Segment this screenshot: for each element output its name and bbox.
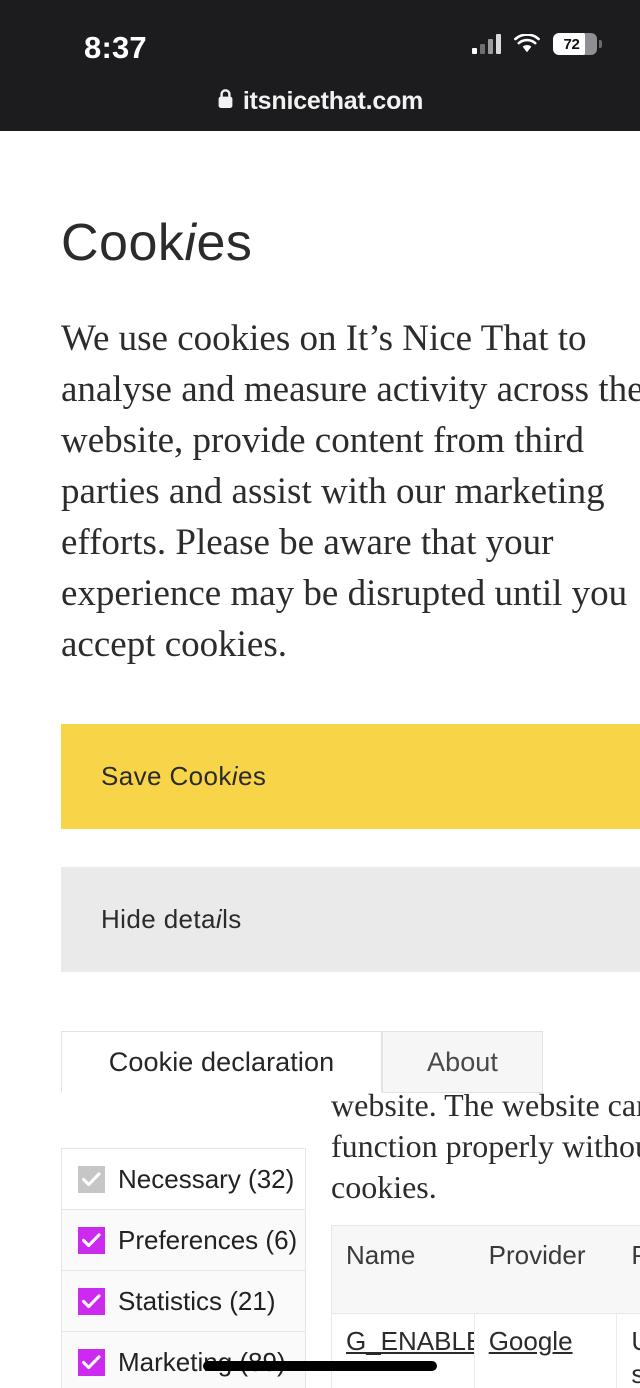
column-header-purpose: P bbox=[617, 1226, 640, 1313]
browser-chrome: 8:37 72 itsnicethat.com bbox=[0, 0, 640, 131]
cookie-intro-text: We use cookies on It’s Nice That to anal… bbox=[61, 318, 640, 665]
tab-cookie-declaration[interactable]: Cookie declaration bbox=[61, 1031, 382, 1093]
page-content: Cookies We use cookies on It’s Nice That… bbox=[0, 131, 640, 1388]
consent-description-line-1: website. The website can bbox=[331, 1087, 640, 1123]
cellular-signal-icon bbox=[472, 34, 501, 54]
home-indicator[interactable] bbox=[203, 1361, 437, 1371]
checkbox-marketing[interactable] bbox=[78, 1348, 105, 1376]
save-button-label-b: es bbox=[237, 761, 267, 791]
list-item[interactable]: Statistics (21) bbox=[62, 1271, 305, 1332]
column-header-name: Name bbox=[346, 1240, 416, 1270]
category-label: Necessary (32) bbox=[118, 1163, 295, 1194]
hide-button-label-a: Hide deta bbox=[101, 904, 216, 934]
url-bar[interactable]: itsnicethat.com bbox=[0, 78, 640, 124]
page-title-part-i: i bbox=[184, 214, 197, 272]
page-title-part-b: es bbox=[196, 214, 253, 272]
page-title: Cookies bbox=[61, 213, 252, 273]
hide-button-label-b: ls bbox=[222, 904, 242, 934]
save-cookies-button[interactable]: Save Cook i es bbox=[61, 724, 640, 829]
battery-icon: 72 bbox=[553, 33, 602, 55]
category-label: Preferences (6) bbox=[118, 1224, 298, 1255]
consent-tabpanel: website. The website can function proper… bbox=[61, 1087, 640, 1388]
list-item[interactable]: Preferences (6) bbox=[62, 1210, 305, 1271]
wifi-icon bbox=[514, 33, 540, 54]
status-bar-indicators: 72 bbox=[472, 33, 602, 55]
cell-cookie-purpose: U s bbox=[631, 1326, 640, 1388]
consent-description-line-2: function properly without bbox=[331, 1128, 640, 1164]
table-row: G_ENABLED Google U s bbox=[332, 1314, 640, 1388]
lock-icon bbox=[217, 88, 234, 114]
list-item[interactable]: Necessary (32) bbox=[62, 1149, 305, 1210]
checkbox-preferences[interactable] bbox=[78, 1226, 105, 1254]
checkbox-necessary[interactable] bbox=[78, 1165, 105, 1193]
list-item[interactable]: Marketing (89) bbox=[62, 1332, 305, 1388]
cell-cookie-name: G_ENABLED bbox=[332, 1314, 475, 1388]
status-bar-clock: 8:37 bbox=[84, 30, 147, 65]
url-host-label: itsnicethat.com bbox=[242, 86, 424, 115]
checkbox-statistics[interactable] bbox=[78, 1287, 105, 1315]
consent-description-overflow: website. The website can function proper… bbox=[331, 1085, 640, 1208]
cell-cookie-provider: Google bbox=[475, 1314, 618, 1388]
hide-details-button[interactable]: Hide deta i ls bbox=[61, 867, 640, 972]
consent-description-line-3: cookies. bbox=[331, 1169, 437, 1205]
phone-screen: 8:37 72 itsnicethat.com Cookies We use c… bbox=[0, 0, 640, 1388]
save-button-label-a: Save Cook bbox=[101, 761, 232, 791]
category-label: Statistics (21) bbox=[118, 1285, 276, 1316]
consent-tablist: Cookie declaration About bbox=[61, 1031, 640, 1093]
cookie-table-header: Name Provider P bbox=[332, 1226, 640, 1314]
cookie-consent-panel: Cookie declaration About website. The we… bbox=[61, 1031, 640, 1388]
status-bar: 8:37 72 bbox=[0, 0, 640, 74]
provider-link[interactable]: Google bbox=[489, 1326, 573, 1356]
cookie-category-list: Necessary (32) Preferences (6) Statistic… bbox=[61, 1148, 306, 1388]
battery-percent-label: 72 bbox=[563, 35, 580, 53]
page-title-part-a: Cook bbox=[61, 214, 185, 272]
column-header-provider: Provider bbox=[488, 1240, 586, 1270]
tab-about[interactable]: About bbox=[382, 1031, 543, 1093]
